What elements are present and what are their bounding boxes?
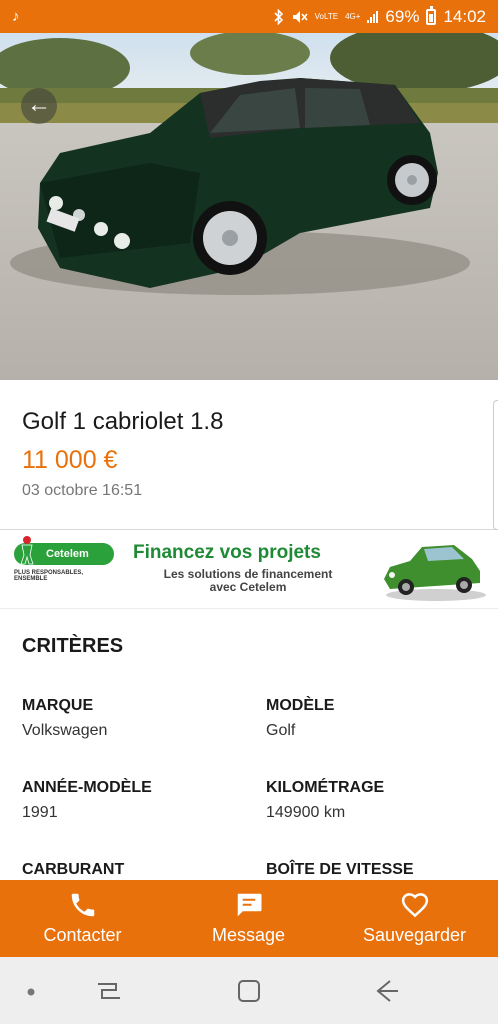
ad-subline-2: avec Cetelem — [209, 580, 287, 594]
phone-icon — [71, 893, 94, 917]
listing-title: Golf 1 cabriolet 1.8 — [22, 408, 224, 435]
message-button[interactable]: Message — [186, 880, 311, 957]
system-nav-bar — [0, 957, 498, 1024]
save-label: Sauvegarder — [362, 925, 467, 945]
battery-icon — [426, 5, 437, 25]
clock: 14:02 — [443, 6, 486, 26]
bluetooth-icon — [274, 8, 283, 25]
signal-icon — [367, 10, 379, 23]
music-note-icon: ♪ — [12, 8, 20, 25]
nav-dot-icon — [27, 988, 35, 996]
contact-button[interactable]: Contacter — [20, 880, 145, 957]
criterion-value-mileage: 149900 km — [266, 804, 346, 821]
cetelem-logo: Cetelem PLUS RESPONSABLES, ENSEMBLE — [14, 536, 116, 582]
chat-bubble-icon — [237, 893, 261, 917]
listing-photo-carousel[interactable]: ← — [0, 33, 498, 380]
edge-panel-handle[interactable] — [493, 400, 498, 530]
criterion-label-model: MODÈLE — [266, 697, 335, 714]
cetelem-figure-icon — [20, 536, 34, 565]
back-nav-icon[interactable] — [374, 978, 400, 1004]
criteria-heading: CRITÈRES — [22, 635, 124, 657]
listing-photo — [0, 33, 498, 380]
volte-icon: VoLTE — [314, 11, 339, 21]
ad-car-image — [384, 545, 486, 601]
arrow-left-icon: ← — [27, 91, 51, 118]
status-bar: ♪ VoLTE 4G+ 69% 14:02 — [0, 0, 498, 33]
message-label: Message — [211, 925, 286, 945]
criterion-value-year: 1991 — [22, 804, 58, 821]
home-icon[interactable] — [236, 978, 262, 1004]
criterion-value-brand: Volkswagen — [22, 722, 108, 739]
ad-headline: Financez vos projets — [133, 542, 321, 563]
ad-banner[interactable]: Cetelem PLUS RESPONSABLES, ENSEMBLE Fina… — [0, 531, 498, 609]
action-bar: Contacter Message Sauvegarder — [0, 880, 498, 957]
criterion-label-mileage: KILOMÉTRAGE — [266, 779, 385, 796]
listing-date: 03 octobre 16:51 — [22, 482, 143, 499]
ad-subline: Les solutions de financement avec Cetele… — [140, 568, 356, 594]
criterion-label-gearbox: BOÎTE DE VITESSE — [266, 861, 414, 878]
criterion-label-fuel: CARBURANT — [22, 861, 125, 878]
listing-price: 11 000 € — [22, 446, 118, 474]
network-type: 4G+ — [345, 11, 361, 21]
heart-icon — [401, 893, 428, 918]
criterion-label-year: ANNÉE-MODÈLE — [22, 779, 152, 796]
mute-icon — [292, 10, 308, 23]
battery-percent: 69% — [385, 6, 420, 26]
listing-info: Golf 1 cabriolet 1.8 11 000 € 03 octobre… — [0, 380, 498, 530]
criterion-value-model: Golf — [266, 722, 296, 739]
ad-brand: Cetelem — [46, 548, 89, 560]
ad-tagline: PLUS RESPONSABLES, ENSEMBLE — [14, 570, 84, 582]
save-button[interactable]: Sauvegarder — [352, 880, 477, 957]
contact-label: Contacter — [43, 925, 122, 945]
back-button[interactable]: ← — [21, 88, 57, 124]
recent-apps-icon[interactable] — [96, 978, 122, 1004]
criterion-label-brand: MARQUE — [22, 697, 94, 714]
